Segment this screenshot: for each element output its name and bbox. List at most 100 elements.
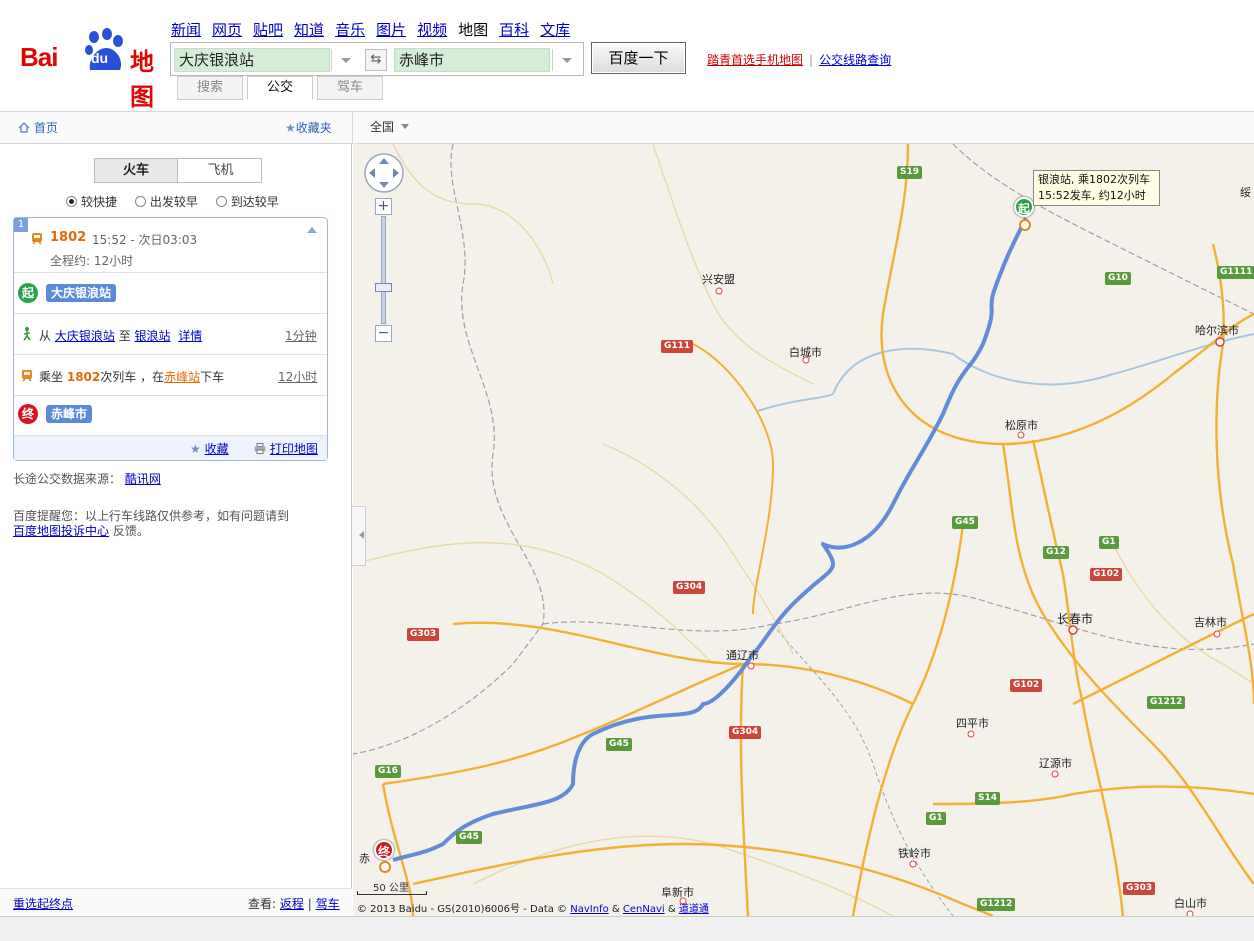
city-label: 赤 [359,852,370,865]
city-label: 兴安盟 [702,273,735,286]
radio-icon [134,196,146,207]
to-dropdown-arrow[interactable] [552,49,580,71]
mobile-map-link[interactable]: 踏青首选手机地图 [707,53,803,67]
region-label: 全国 [370,120,395,134]
ride-station-link[interactable]: 赤峰站 [164,370,200,384]
route-search-box: 大庆银浪站 ⇆ 赤峰市 [170,42,584,76]
zoom-in-button[interactable]: + [375,198,392,215]
road-shield: G304 [729,726,762,739]
reset-endpoints-link[interactable]: 重选起终点 [13,895,73,912]
road-shield: G1 [926,812,946,825]
to-input[interactable]: 赤峰市 [394,48,550,72]
route-result-card: 1 1802 15:52 - 次日03:03 全程约: 12小时 起 大庆银浪站… [13,217,328,461]
source-link[interactable]: 酷讯网 [125,472,161,486]
zoom-out-button[interactable]: − [375,325,392,342]
option-fastest[interactable]: 较快捷 [66,193,117,210]
ride-suffix: 下车 [200,370,225,384]
data-source: 长途公交数据来源： 酷讯网 [13,470,161,487]
nav-baike[interactable]: 百科 [499,21,529,39]
favorite-action[interactable]: ★ 收藏 [190,440,229,457]
road-shield: G102 [1010,679,1043,692]
nav-music[interactable]: 音乐 [335,21,365,39]
end-marker-icon[interactable]: 终 [374,840,394,860]
walk-from-link[interactable]: 大庆银浪站 [55,329,115,343]
print-label: 打印地图 [269,442,318,456]
scale-line [357,891,427,895]
view-options: 查看: 返程 | 驾车 [248,895,340,912]
search-button[interactable]: 百度一下 [591,42,686,74]
sort-options: 较快捷 出发较早 到达较早 [66,193,293,210]
home-link[interactable]: 首页 [18,119,58,136]
option-earliest-depart[interactable]: 出发较早 [134,193,198,210]
region-selector[interactable]: 全国 [370,118,409,135]
popup-line: 15:52发车, 约12小时 [1038,189,1146,202]
star-icon: ★ [285,121,296,135]
nav-wenku[interactable]: 文库 [540,21,570,39]
tab-transit[interactable]: 公交 [247,76,313,100]
chevron-left-icon [355,531,364,539]
zoom-slider[interactable]: + − [375,198,393,342]
walk-to-link[interactable]: 银浪站 [135,329,171,343]
nav-tieba[interactable]: 贴吧 [253,21,283,39]
drive-link[interactable]: 驾车 [316,897,340,911]
favorites-link[interactable]: ★收藏夹 [285,119,332,136]
road-shield: S19 [897,166,923,179]
cennavi-link[interactable]: CenNavi [623,904,665,915]
panel-collapse-handle[interactable] [352,506,366,566]
city-label: 四平市 [956,717,989,730]
from-dropdown-arrow[interactable] [331,49,359,71]
daodaotong-link[interactable]: 道道通 [679,904,709,915]
road-shield: G303 [407,628,440,641]
option-label: 较快捷 [81,195,118,209]
top-nav: 新闻 网页 贴吧 知道 音乐 图片 视频 地图 百科 文库 [171,19,581,40]
nav-web[interactable]: 网页 [212,21,242,39]
print-action[interactable]: 打印地图 [254,440,318,457]
road-shield: G10 [1105,272,1131,285]
nav-zhidao[interactable]: 知道 [294,21,324,39]
map-canvas [353,144,1254,916]
navinfo-link[interactable]: NavInfo [570,904,608,915]
complaint-link[interactable]: 百度地图投诉中心 [13,524,109,538]
copyright-text: © 2013 Baidu - GS(2010)6006号 - Data © [357,904,568,915]
collapse-arrow-icon[interactable] [306,226,318,234]
pan-control-icon[interactable] [363,152,405,194]
city-label: 吉林市 [1194,616,1227,629]
from-input[interactable]: 大庆银浪站 [174,48,330,72]
walk-text: 从 大庆银浪站 至 银浪站 详情 [39,327,202,344]
nav-video[interactable]: 视频 [417,21,447,39]
tab-flight[interactable]: 飞机 [179,159,262,182]
road-shield: G1212 [1147,696,1186,709]
zoom-handle[interactable] [375,283,392,292]
nav-images[interactable]: 图片 [376,21,406,39]
copyright-amp: & [611,904,620,915]
card-actions: ★ 收藏 打印地图 [14,435,327,460]
bus-route-link[interactable]: 公交线路查询 [819,53,891,67]
zoom-track[interactable] [381,216,386,324]
tab-drive[interactable]: 驾车 [317,76,383,100]
station-marker-icon[interactable] [1019,219,1031,231]
option-earliest-arrive[interactable]: 到达较早 [215,193,279,210]
city-label: 绥 [1240,186,1251,199]
route-end-row: 终 赤峰市 [14,395,327,435]
start-station-tag: 大庆银浪站 [46,284,117,302]
baidu-map-logo[interactable]: Bai du 地图 [20,28,160,111]
tab-train[interactable]: 火车 [95,159,178,182]
link-separator: | [809,53,814,67]
road-shield: G1111 [1217,266,1254,279]
train-icon [32,233,42,245]
start-marker-icon[interactable]: 起 [1014,197,1034,217]
walk-detail-link[interactable]: 详情 [178,329,202,343]
walk-time: 1分钟 [285,329,317,343]
tab-search[interactable]: 搜索 [177,76,243,100]
nav-map: 地图 [458,21,489,39]
end-pin-icon: 终 [18,404,38,424]
option-label: 出发较早 [149,195,198,209]
nav-news[interactable]: 新闻 [171,21,201,39]
swap-icon[interactable]: ⇆ [365,49,387,71]
home-icon [18,121,30,133]
option-label: 到达较早 [230,195,279,209]
map-view[interactable]: 兴安盟 白城市 哈尔滨市 松原市 长春市 吉林市 通辽市 四平市 辽源市 铁岭市… [353,144,1254,916]
return-trip-link[interactable]: 返程 [280,897,304,911]
station-marker-icon[interactable] [379,861,391,873]
left-footer: 重选起终点 查看: 返程 | 驾车 [0,888,352,916]
